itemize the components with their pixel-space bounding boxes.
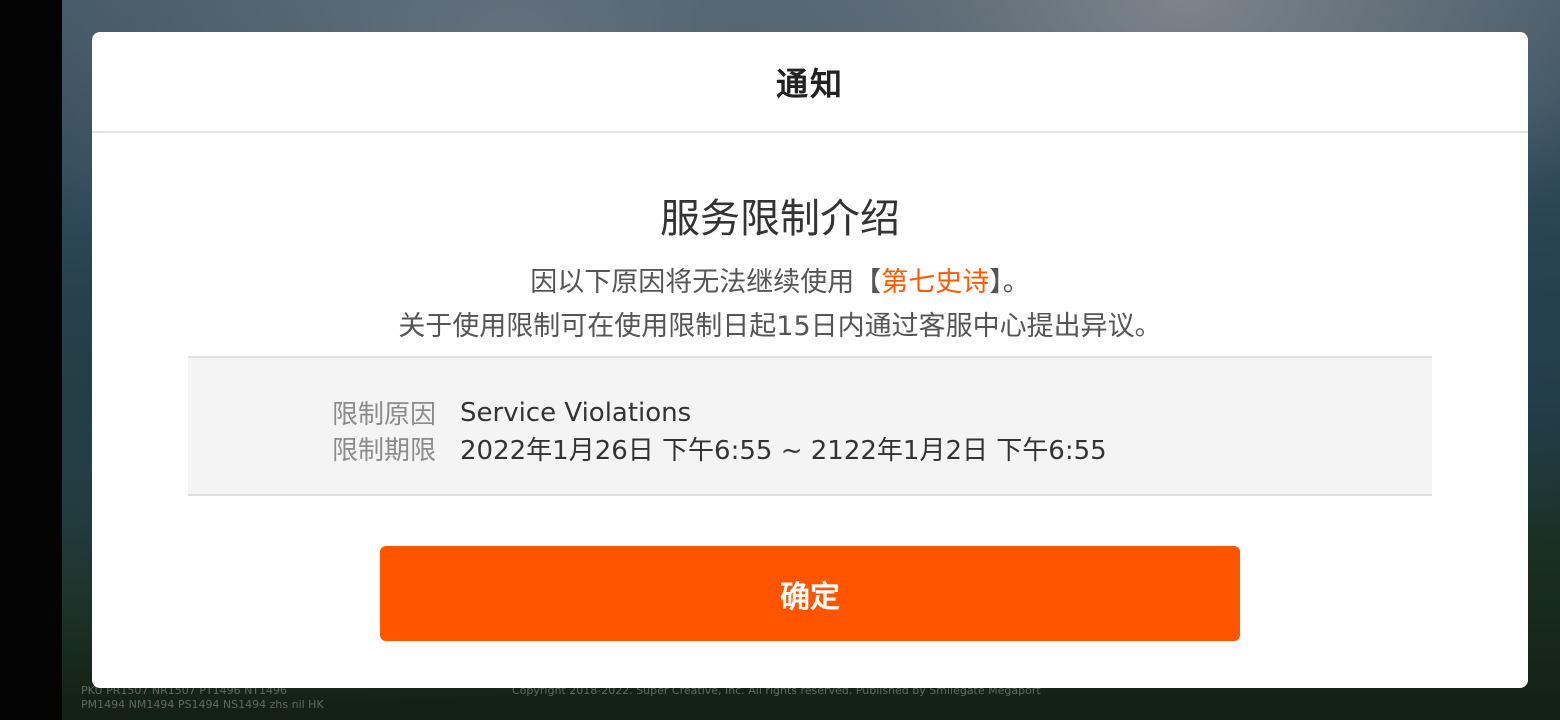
period-label: 限制期限 (332, 436, 437, 466)
restriction-description-line2: 关于使用限制可在使用限制日起15日内通过客服中心提出异议。 (398, 311, 1162, 342)
restriction-description-line1: 因以下原因将无法继续使用【第七史诗】。 (0, 260, 1560, 299)
game-name: 第七史诗 (881, 267, 990, 298)
reason-value: Service Violations (460, 397, 692, 428)
restriction-info-box: 限制原因 Service Violations 限制期限 2022年1月26日 … (188, 356, 1432, 496)
desc-suffix: 】。 (989, 267, 1030, 298)
confirm-button[interactable]: 确定 (380, 546, 1240, 641)
restriction-heading: 服务限制介绍 (660, 196, 900, 242)
period-value: 2022年1月26日 下午6:55 ~ 2122年1月2日 下午6:55 (460, 436, 1107, 466)
reason-row: 限制原因 Service Violations (332, 394, 691, 431)
dialog-title: 通知 (775, 64, 844, 103)
reason-label: 限制原因 (332, 400, 437, 430)
desc-prefix: 因以下原因将无法继续使用【 (530, 267, 882, 298)
period-row: 限制期限 2022年1月26日 下午6:55 ~ 2122年1月2日 下午6:5… (332, 430, 1107, 467)
dialog-header: 通知 (92, 32, 1528, 133)
